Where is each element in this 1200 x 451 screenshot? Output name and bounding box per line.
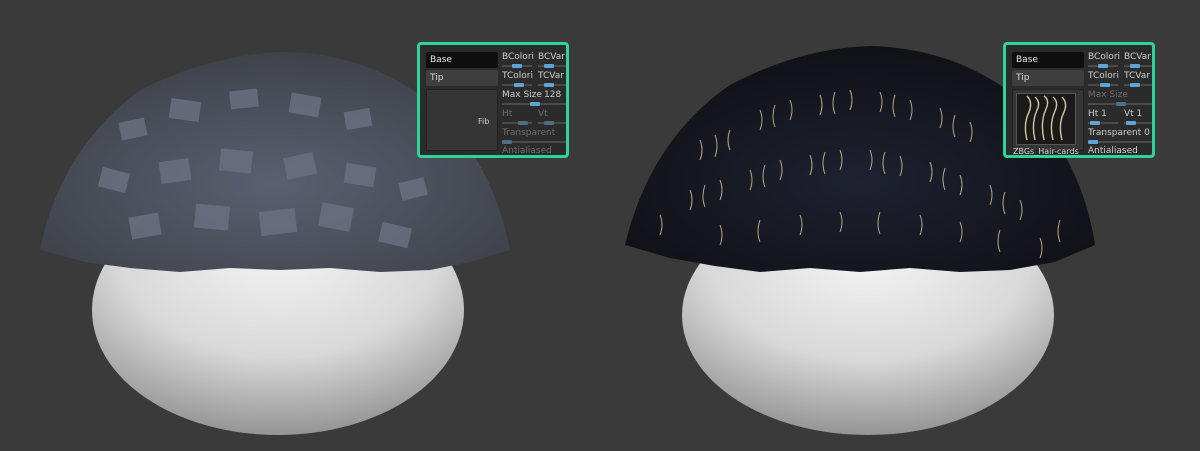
bcolor-slider-knob[interactable]: [512, 64, 522, 68]
bcolor-slider[interactable]: [502, 64, 532, 68]
tcvar-slider-knob[interactable]: [1130, 83, 1140, 87]
bcolor-label: BColori: [502, 52, 535, 62]
max-size-label: Max Size: [502, 90, 542, 100]
tcolor-slider-knob[interactable]: [514, 83, 524, 87]
antialiased-toggle[interactable]: Antialiased: [1088, 146, 1138, 156]
base-tab[interactable]: Base: [1012, 52, 1084, 68]
transparent-slider-knob[interactable]: [502, 140, 512, 144]
ht-slider[interactable]: [1088, 121, 1118, 125]
transparent-label: Transparent 0: [1088, 128, 1150, 138]
tcolor-label: TColori: [1088, 71, 1119, 81]
vt-label: Vt: [538, 109, 548, 119]
tip-tab[interactable]: Tip: [1012, 70, 1084, 86]
max-size-value: 128: [544, 90, 562, 100]
bcvar-slider-knob[interactable]: [544, 64, 554, 68]
tip-tab[interactable]: Tip: [426, 70, 498, 86]
bcolor-slider[interactable]: [1088, 64, 1118, 68]
tcolor-label: TColori: [502, 71, 533, 81]
bcolor-label: BColori: [1088, 52, 1121, 62]
bcolor-slider-knob[interactable]: [1098, 64, 1108, 68]
max-size-slider-knob[interactable]: [530, 102, 540, 106]
transparent-label: Transparent: [502, 128, 556, 138]
transparent-slider[interactable]: [1088, 140, 1152, 144]
bcvar-slider-knob[interactable]: [1130, 64, 1140, 68]
tcolor-slider[interactable]: [502, 83, 532, 87]
ht-label: Ht: [502, 109, 513, 119]
ht-label: Ht 1: [1088, 109, 1107, 119]
hair-strand-icon: [1024, 95, 1067, 141]
max-size-label: Max Size: [1088, 90, 1128, 100]
tcvar-label: TCVar: [1124, 71, 1150, 81]
hair-texture-thumbnail[interactable]: [1016, 93, 1076, 145]
vt-slider[interactable]: [1124, 121, 1152, 125]
bcvar-slider[interactable]: [1124, 64, 1152, 68]
ht-slider[interactable]: [502, 121, 532, 125]
tcvar-slider[interactable]: [1124, 83, 1152, 87]
max-size-slider[interactable]: [502, 102, 566, 106]
transparent-slider[interactable]: [502, 140, 566, 144]
antialiased-toggle[interactable]: Antialiased: [502, 146, 552, 156]
tcvar-label: TCVar: [538, 71, 564, 81]
bcvar-slider[interactable]: [538, 64, 566, 68]
tcvar-slider[interactable]: [538, 83, 566, 87]
material-panel-right: Base Tip ZBGs_Hair-cards BColori BCVar T…: [1003, 42, 1155, 158]
transparent-slider-knob[interactable]: [1088, 140, 1098, 144]
bcvar-label: BCVar: [1124, 52, 1151, 62]
vt-slider-knob[interactable]: [544, 121, 554, 125]
ht-slider-knob[interactable]: [518, 121, 528, 125]
ht-slider-knob[interactable]: [1090, 121, 1100, 125]
vt-slider[interactable]: [538, 121, 566, 125]
max-size-slider[interactable]: [1088, 102, 1152, 106]
material-panel-left: Base Tip Fib BColori BCVar TColori TCVar…: [417, 42, 569, 158]
tcvar-slider-knob[interactable]: [544, 83, 554, 87]
fiber-texture-label: Fib: [478, 117, 490, 126]
max-size-slider-knob[interactable]: [1116, 102, 1126, 106]
bcvar-label: BCVar: [538, 52, 565, 62]
tcolor-slider[interactable]: [1088, 83, 1118, 87]
vt-slider-knob[interactable]: [1126, 121, 1136, 125]
vt-label: Vt 1: [1124, 109, 1143, 119]
base-tab[interactable]: Base: [426, 52, 498, 68]
tcolor-slider-knob[interactable]: [1100, 83, 1110, 87]
hair-texture-name: ZBGs_Hair-cards: [1013, 147, 1079, 156]
